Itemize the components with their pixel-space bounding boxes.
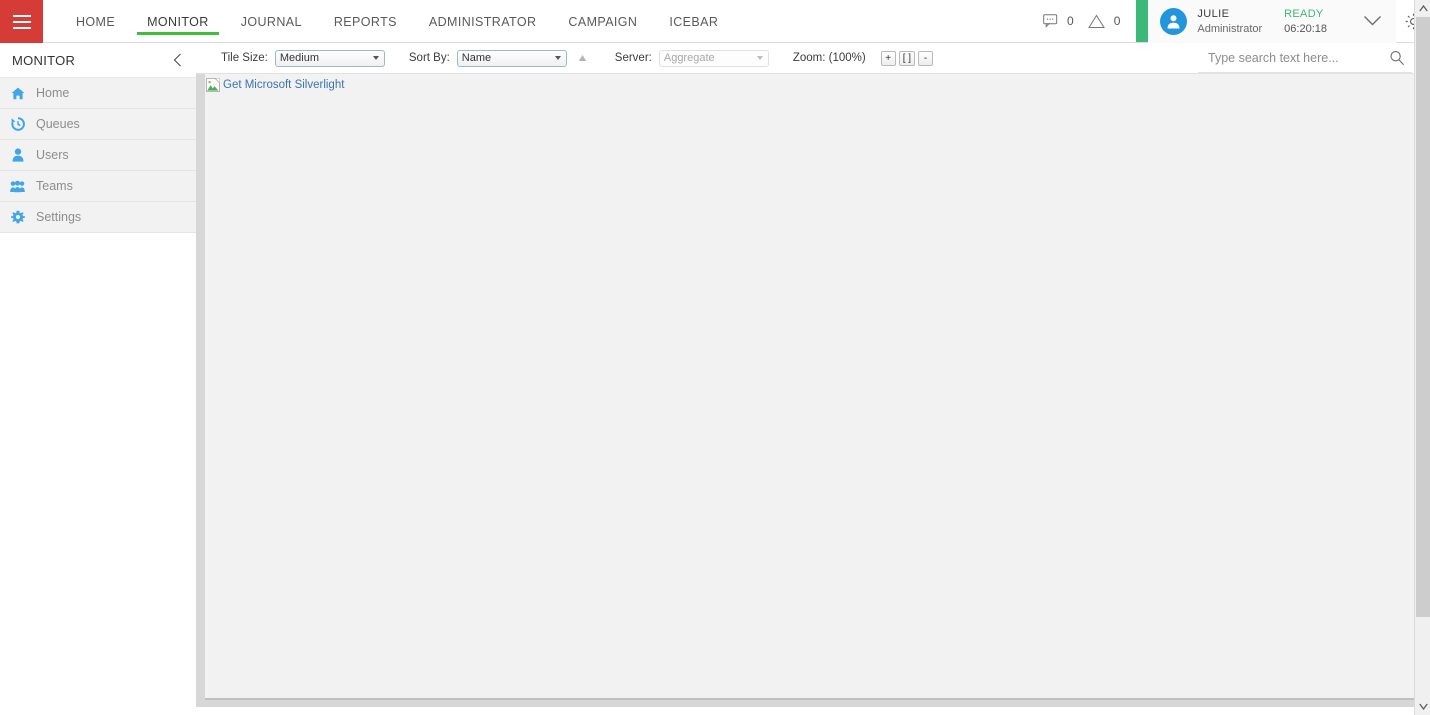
nav-tab-home[interactable]: HOME [60, 0, 131, 43]
nav-tab-icebar[interactable]: ICEBAR [653, 0, 734, 43]
silverlight-placeholder[interactable]: Get Microsoft Silverlight [205, 74, 1414, 92]
chevron-down-icon [372, 56, 379, 60]
sort-by-value: Name [461, 52, 492, 64]
scrollbar-thumb[interactable] [1416, 17, 1430, 617]
status-badge: READY [1284, 8, 1324, 21]
nav-tab-label: JOURNAL [240, 14, 302, 29]
nav-tab-label: HOME [76, 14, 116, 29]
scroll-up-arrow-icon [1418, 5, 1428, 12]
tile-size-label: Tile Size: [221, 52, 268, 64]
sort-ascending-icon [579, 55, 587, 61]
sidebar-item-label: Users [36, 148, 69, 162]
scroll-down-arrow-icon [1418, 703, 1428, 710]
sidebar-item-teams[interactable]: Teams [0, 171, 196, 202]
sidebar-item-label: Settings [36, 210, 82, 224]
sort-by-label: Sort By: [408, 52, 450, 64]
server-value: Aggregate [663, 52, 715, 64]
user-avatar-icon [1167, 15, 1180, 29]
sidebar-item-label: Teams [36, 179, 73, 193]
user-icon [10, 148, 25, 162]
nav-tab-label: REPORTS [333, 14, 397, 29]
home-icon [10, 87, 25, 100]
user-identity: JULIE Administrator [1197, 7, 1262, 35]
sidebar: MONITOR Home Queues Users Teams Settings [0, 43, 196, 715]
hamburger-menu-button[interactable] [0, 0, 43, 43]
user-status: READY 06:20:18 [1284, 7, 1327, 35]
scrollbar-down-button[interactable] [1415, 698, 1430, 715]
main-nav-tabs: HOME MONITOR JOURNAL REPORTS ADMINISTRAT… [60, 0, 734, 42]
tile-size-select[interactable]: Medium [274, 49, 385, 67]
alerts-indicator[interactable]: 0 [1087, 14, 1121, 29]
group-icon [10, 180, 25, 193]
gear-icon [10, 210, 25, 224]
sidebar-item-settings[interactable]: Settings [0, 202, 196, 233]
chat-bubble-icon [1043, 14, 1058, 28]
zoom-out-label: - [923, 52, 928, 64]
hamburger-icon-line [12, 26, 31, 29]
agent-status-bar [1136, 0, 1149, 42]
server-select[interactable]: Aggregate [658, 49, 769, 67]
status-timer: 06:20:18 [1284, 22, 1327, 35]
messages-count: 0 [1067, 14, 1074, 28]
header-spacer [734, 0, 1035, 42]
nav-tab-journal[interactable]: JOURNAL [225, 0, 318, 43]
sidebar-item-users[interactable]: Users [0, 140, 196, 171]
user-panel[interactable]: JULIE Administrator READY 06:20:18 [1148, 0, 1396, 43]
nav-tab-reports[interactable]: REPORTS [318, 0, 413, 43]
sort-by-select[interactable]: Name [456, 49, 567, 67]
page-scrollbar[interactable] [1414, 0, 1430, 715]
chevron-down-icon[interactable] [1363, 13, 1382, 31]
nav-tab-campaign[interactable]: CAMPAIGN [552, 0, 653, 43]
user-role: Administrator [1197, 22, 1263, 35]
search-box [1198, 44, 1412, 73]
nav-tab-label: MONITOR [147, 14, 209, 29]
messages-indicator[interactable]: 0 [1043, 14, 1074, 28]
top-header: HOME MONITOR JOURNAL REPORTS ADMINISTRAT… [0, 0, 1430, 43]
user-name: JULIE [1197, 8, 1230, 21]
sidebar-title: MONITOR [12, 52, 76, 68]
sort-direction-button[interactable] [575, 54, 591, 62]
zoom-in-button[interactable]: + [880, 50, 896, 66]
warning-triangle-icon [1087, 14, 1105, 28]
sidebar-collapse-button[interactable] [173, 53, 182, 67]
history-icon [10, 117, 25, 131]
tile-size-value: Medium [279, 52, 319, 64]
sidebar-item-home[interactable]: Home [0, 78, 196, 109]
hamburger-icon-line [12, 20, 31, 23]
chevron-left-icon [173, 53, 181, 67]
avatar [1160, 8, 1188, 35]
chevron-down-icon [756, 56, 763, 60]
sidebar-item-queues[interactable]: Queues [0, 109, 196, 140]
search-icon [1390, 51, 1405, 66]
broken-image-icon [206, 78, 220, 92]
nav-tab-monitor[interactable]: MONITOR [131, 0, 225, 43]
search-input[interactable] [1198, 51, 1382, 65]
nav-tab-label: CAMPAIGN [568, 14, 638, 29]
nav-tab-administrator[interactable]: ADMINISTRATOR [413, 0, 553, 43]
alerts-count: 0 [1113, 14, 1121, 28]
nav-tab-label: ICEBAR [669, 14, 719, 29]
zoom-fit-button[interactable]: [ ] [898, 50, 916, 66]
user-text-group: JULIE Administrator READY 06:20:18 [1197, 7, 1327, 35]
zoom-out-button[interactable]: - [918, 50, 934, 66]
get-silverlight-link[interactable]: Get Microsoft Silverlight [223, 79, 344, 91]
zoom-in-label: + [885, 52, 892, 64]
scrollbar-up-button[interactable] [1415, 0, 1430, 17]
search-button[interactable] [1382, 50, 1412, 66]
chevron-down-icon [554, 56, 561, 60]
sidebar-item-label: Queues [36, 117, 80, 131]
hamburger-icon-line [12, 14, 31, 17]
nav-tab-label: ADMINISTRATOR [428, 14, 537, 29]
server-label: Server: [614, 52, 652, 64]
zoom-level-label: Zoom: (100%) [792, 52, 866, 64]
sidebar-header: MONITOR [0, 43, 196, 78]
sidebar-item-label: Home [36, 86, 70, 100]
zoom-fit-label: [ ] [902, 52, 912, 64]
monitor-content-panel: Get Microsoft Silverlight [205, 74, 1415, 700]
notification-group: 0 0 [1035, 0, 1136, 42]
